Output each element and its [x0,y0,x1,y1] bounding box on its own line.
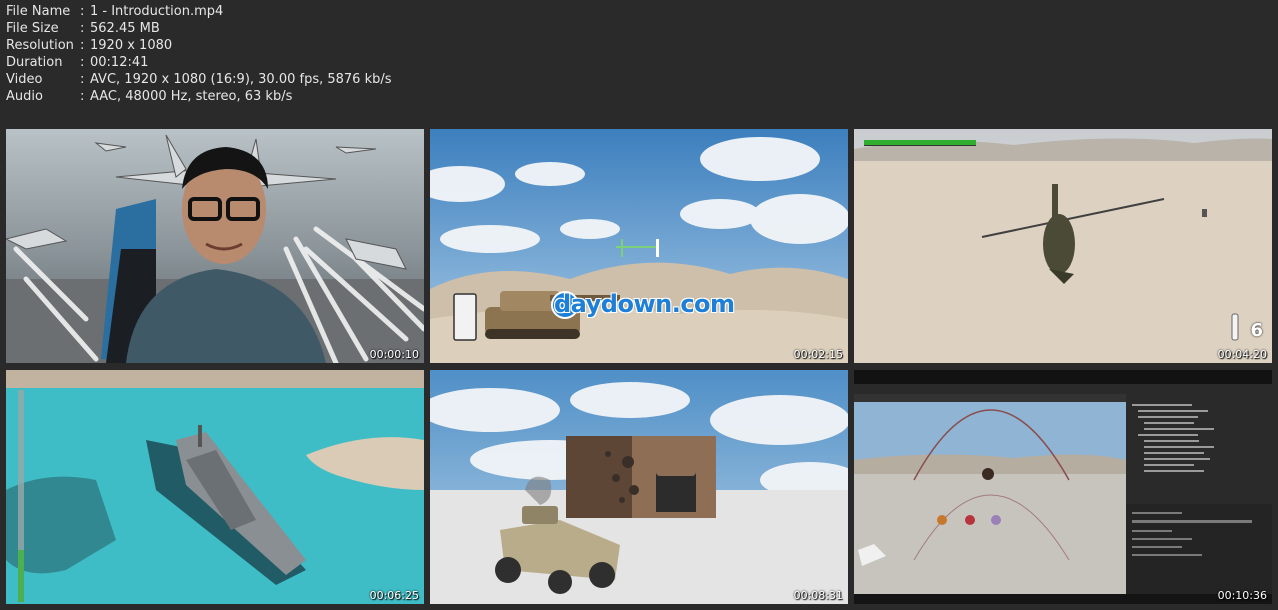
watermark-logo: daydown.com [554,290,735,318]
timestamp-label: 00:08:31 [793,589,843,602]
thumbnail-1[interactable]: 00:00:10 [6,129,424,363]
info-value: AVC, 1920 x 1080 (16:9), 30.00 fps, 5876… [90,72,392,87]
info-row-file-name: File Name:1 - Introduction.mp4 [6,3,392,20]
info-row-video: Video: AVC, 1920 x 1080 (16:9), 30.00 fps… [6,71,392,88]
info-separator: : [80,21,85,36]
info-value: AAC, 48000 Hz, stereo, 63 kb/s [90,89,293,104]
info-separator: : [80,4,85,19]
thumbnail-2[interactable]: daydown.com 00:02:15 [430,129,848,363]
info-value: 1 - Introduction.mp4 [90,4,224,19]
armored-vehicle-frame-image [430,370,848,604]
info-value: 00:12:41 [90,55,149,70]
info-row-audio: Audio: AAC, 48000 Hz, stereo, 63 kb/s [6,88,392,105]
tank-desert-frame-image [430,129,848,363]
info-separator: : [80,38,85,53]
timestamp-label: 00:10:36 [1217,589,1267,602]
timestamp-label: 00:02:15 [793,348,843,361]
ammo-counter: 6 [1250,320,1263,341]
warship-frame-image [6,370,424,604]
helicopter-frame-image [854,129,1272,363]
info-key: Video [6,72,43,87]
info-value: 1920 x 1080 [90,38,173,53]
info-key: File Size [6,21,59,36]
info-key: Duration [6,55,63,70]
thumbnail-3[interactable]: 6 00:04:20 [854,129,1272,363]
info-row-file-size: File Size:562.45 MB [6,20,392,37]
editor-frame-image [854,370,1272,604]
thumbnail-6[interactable]: 00:10:36 [854,370,1272,604]
info-separator: : [80,89,85,104]
info-value: 562.45 MB [90,21,160,36]
timestamp-label: 00:04:20 [1217,348,1267,361]
info-key: Audio [6,89,43,104]
file-info: File Name:1 - Introduction.mp4 File Size… [6,3,392,105]
timestamp-label: 00:00:10 [369,348,419,361]
info-row-duration: Duration:00:12:41 [6,54,392,71]
info-separator: : [80,55,85,70]
info-key: Resolution [6,38,74,53]
info-separator: : [80,72,85,87]
info-key: File Name [6,4,71,19]
presenter-frame-image [6,129,424,363]
thumbnail-5[interactable]: 00:08:31 [430,370,848,604]
thumbnail-4[interactable]: 00:06:25 [6,370,424,604]
info-row-resolution: Resolution:1920 x 1080 [6,37,392,54]
timestamp-label: 00:06:25 [369,589,419,602]
